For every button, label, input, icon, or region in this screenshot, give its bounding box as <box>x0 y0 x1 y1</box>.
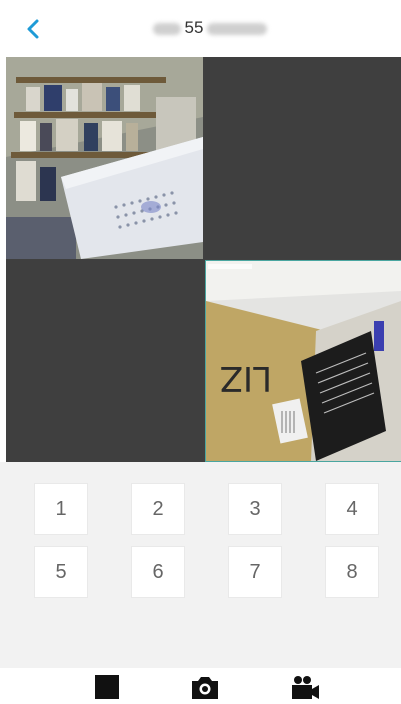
video-channel-3[interactable] <box>6 260 203 462</box>
channel-key-3[interactable]: 3 <box>228 483 282 535</box>
camera-feed-image <box>6 57 203 259</box>
video-channel-2[interactable] <box>205 57 401 259</box>
video-channel-4[interactable]: LIZ <box>205 260 401 462</box>
camera-icon[interactable] <box>190 674 220 700</box>
header: 55 <box>0 0 401 57</box>
chevron-left-icon[interactable] <box>20 16 46 42</box>
channel-key-7[interactable]: 7 <box>228 546 282 598</box>
video-grid: LIZ <box>6 57 401 462</box>
handwritten-marking: LIZ <box>220 358 272 398</box>
bottom-toolbar <box>0 668 401 704</box>
title-visible-text: 55 <box>184 18 204 37</box>
stop-icon[interactable] <box>93 674 123 700</box>
page-title: 55 <box>110 18 310 42</box>
redacted-text <box>152 22 181 35</box>
channel-keypad: 1 2 3 4 5 6 7 8 <box>0 462 401 668</box>
channel-key-1[interactable]: 1 <box>34 483 88 535</box>
video-channel-1[interactable] <box>6 57 203 259</box>
channel-key-5[interactable]: 5 <box>34 546 88 598</box>
camera-feed-image: LIZ <box>206 261 401 461</box>
channel-key-2[interactable]: 2 <box>131 483 185 535</box>
redacted-text <box>207 22 268 35</box>
channel-key-6[interactable]: 6 <box>131 546 185 598</box>
channel-key-4[interactable]: 4 <box>325 483 379 535</box>
video-camera-icon[interactable] <box>290 674 320 700</box>
channel-key-8[interactable]: 8 <box>325 546 379 598</box>
